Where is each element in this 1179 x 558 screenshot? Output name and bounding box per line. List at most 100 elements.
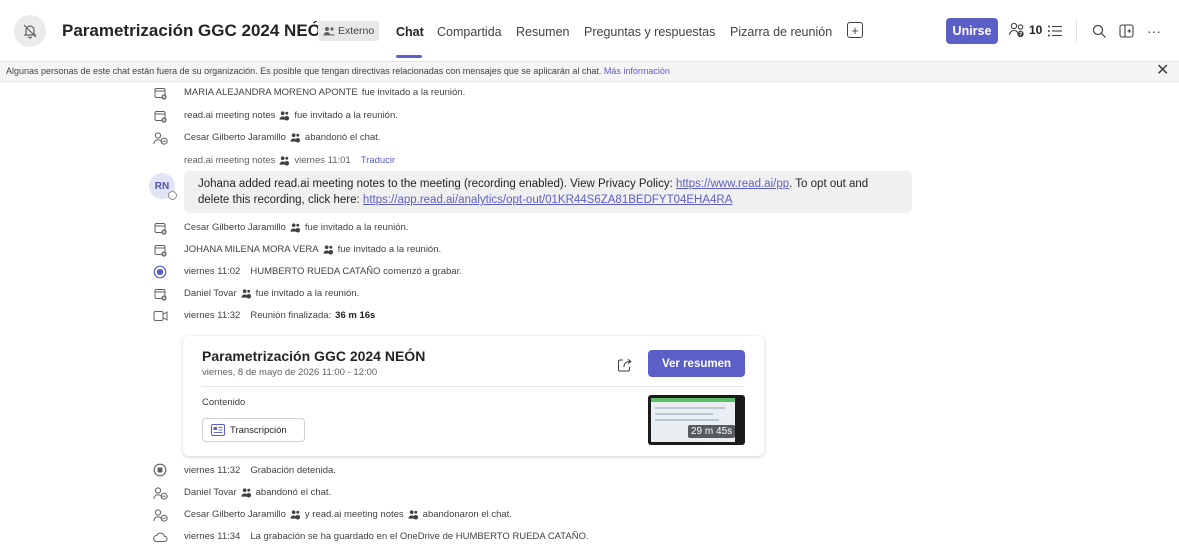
content-label: Contenido	[202, 397, 246, 408]
translate-link[interactable]: Traducir	[361, 155, 396, 166]
opt-out-link[interactable]: https://app.read.ai/analytics/opt-out/01…	[363, 194, 732, 206]
presence-status-icon	[168, 191, 177, 200]
transcript-button[interactable]: Transcripción	[202, 418, 305, 442]
thumbnail-line	[655, 419, 719, 421]
external-people-icon	[323, 245, 333, 255]
recording-thumbnail[interactable]: 29 m 45s	[648, 395, 745, 445]
muted-bell-icon[interactable]	[14, 15, 46, 47]
message-bubble: Johana added read.ai meeting notes to th…	[184, 171, 912, 213]
event-invited: read.ai meeting notes fue invitado a la …	[184, 110, 398, 121]
external-people-icon	[241, 289, 251, 299]
event-text: abandonaron el chat.	[422, 509, 512, 520]
transcript-icon	[211, 424, 225, 436]
event-meeting-ended: viernes 11:32 Reunión finalizada: 36 m 1…	[184, 310, 375, 321]
list-icon[interactable]	[1046, 22, 1064, 40]
event-text: fue invitado a la reunión.	[304, 222, 409, 233]
event-time: viernes 11:32	[184, 310, 241, 321]
banner-message: Algunas personas de este chat están fuer…	[6, 66, 602, 76]
close-icon[interactable]: ✕	[1156, 63, 1169, 79]
message-time: viernes 11:01	[294, 155, 351, 166]
event-text: La grabación se ha guardado en el OneDri…	[250, 531, 589, 542]
participants-button[interactable]: ? 10	[1008, 22, 1042, 38]
event-left-group: Cesar Gilberto Jaramillo y read.ai meeti…	[184, 509, 512, 520]
external-notice-banner: Algunas personas de este chat están fuer…	[0, 62, 1179, 82]
pop-out-icon[interactable]	[1117, 22, 1135, 40]
privacy-policy-link[interactable]: https://www.read.ai/pp	[676, 178, 789, 190]
event-text: fue invitado a la reunión.	[337, 244, 442, 255]
calendar-add-icon	[152, 243, 168, 257]
tab-preguntas[interactable]: Preguntas y respuestas	[584, 25, 715, 39]
calendar-add-icon	[152, 287, 168, 301]
header-divider	[1076, 20, 1077, 42]
card-title: Parametrización GGC 2024 NEÓN	[202, 348, 426, 364]
person-leave-icon	[152, 508, 168, 522]
event-text: Grabación detenida.	[250, 465, 336, 476]
calendar-add-icon	[152, 221, 168, 235]
external-people-icon	[279, 111, 290, 121]
cloud-save-icon	[152, 530, 168, 544]
people-icon: ?	[1008, 22, 1024, 38]
event-recording-saved: viernes 11:34 La grabación se ha guardad…	[184, 531, 589, 542]
event-name: y read.ai meeting notes	[304, 509, 404, 520]
svg-text:?: ?	[1019, 32, 1022, 38]
tab-chat[interactable]: Chat	[396, 25, 424, 39]
person-leave-icon	[152, 486, 168, 500]
event-invited: MARIA ALEJANDRA MORENO APONTE fue invita…	[184, 87, 465, 98]
thumbnail-line	[655, 407, 725, 409]
share-icon[interactable]	[617, 357, 633, 373]
event-left: Daniel Tovar abandonó el chat.	[184, 487, 331, 498]
card-divider	[202, 386, 744, 387]
transcript-label: Transcripción	[230, 424, 287, 436]
tab-pizarra[interactable]: Pizarra de reunión	[730, 25, 832, 39]
event-text: fue invitado a la reunión.	[361, 87, 466, 98]
search-icon[interactable]	[1090, 22, 1108, 40]
view-summary-button[interactable]: Ver resumen	[648, 350, 745, 377]
thumbnail-bar	[651, 398, 735, 402]
chat-title: Parametrización GGC 2024 NEÓN	[62, 21, 334, 40]
tab-resumen[interactable]: Resumen	[516, 25, 570, 39]
event-text: Reunión finalizada:	[250, 310, 332, 321]
event-name: Daniel Tovar	[184, 288, 237, 299]
meeting-duration: 36 m 16s	[335, 310, 376, 321]
add-tab-icon[interactable]: +	[847, 22, 863, 38]
event-time: viernes 11:02	[184, 266, 241, 277]
external-people-icon	[241, 488, 251, 498]
banner-text: Algunas personas de este chat están fuer…	[6, 66, 670, 76]
event-invited: Daniel Tovar fue invitado a la reunión.	[184, 288, 359, 299]
recording-duration: 29 m 45s	[688, 425, 736, 438]
calendar-add-icon	[152, 109, 168, 123]
event-time: viernes 11:32	[184, 465, 241, 476]
event-time: viernes 11:34	[184, 531, 241, 542]
more-info-link[interactable]: Más información	[604, 66, 670, 76]
external-people-icon	[290, 510, 300, 520]
message-sender: read.ai meeting notes	[184, 155, 276, 166]
event-name: JOHANA MILENA MORA VERA	[184, 244, 319, 255]
recording-icon	[152, 265, 168, 279]
active-tab-indicator	[396, 55, 422, 58]
stop-recording-icon	[152, 463, 168, 477]
event-invited: JOHANA MILENA MORA VERA fue invitado a l…	[184, 244, 441, 255]
external-badge: Externo	[318, 21, 380, 41]
more-options-icon[interactable]: ···	[1145, 22, 1163, 40]
event-text: fue invitado a la reunión.	[294, 110, 398, 121]
external-badge-label: Externo	[338, 25, 375, 37]
tab-compartida[interactable]: Compartida	[437, 25, 502, 39]
event-name: Cesar Gilberto Jaramillo	[184, 132, 286, 143]
event-name: read.ai meeting notes	[184, 110, 276, 121]
join-button[interactable]: Unirse	[946, 18, 998, 44]
external-people-icon	[290, 133, 300, 143]
chat-header: Parametrización GGC 2024 NEÓN Externo Ch…	[0, 0, 1179, 62]
event-left: Cesar Gilberto Jaramillo abandonó el cha…	[184, 132, 380, 143]
card-date: viernes, 8 de mayo de 2026 11:00 - 12:00	[202, 367, 378, 378]
person-leave-icon	[152, 131, 168, 145]
event-name: Cesar Gilberto Jaramillo	[184, 509, 286, 520]
video-camera-icon	[152, 309, 168, 323]
event-invited: Cesar Gilberto Jaramillo fue invitado a …	[184, 222, 408, 233]
event-text: HUMBERTO RUEDA CATAÑO comenzó a grabar.	[250, 266, 462, 277]
event-text: fue invitado a la reunión.	[255, 288, 360, 299]
event-name: Cesar Gilberto Jaramillo	[184, 222, 286, 233]
event-text: abandonó el chat.	[304, 132, 381, 143]
external-people-icon	[323, 27, 335, 36]
event-recording-stopped: viernes 11:32 Grabación detenida.	[184, 465, 336, 476]
event-text: abandonó el chat.	[255, 487, 332, 498]
